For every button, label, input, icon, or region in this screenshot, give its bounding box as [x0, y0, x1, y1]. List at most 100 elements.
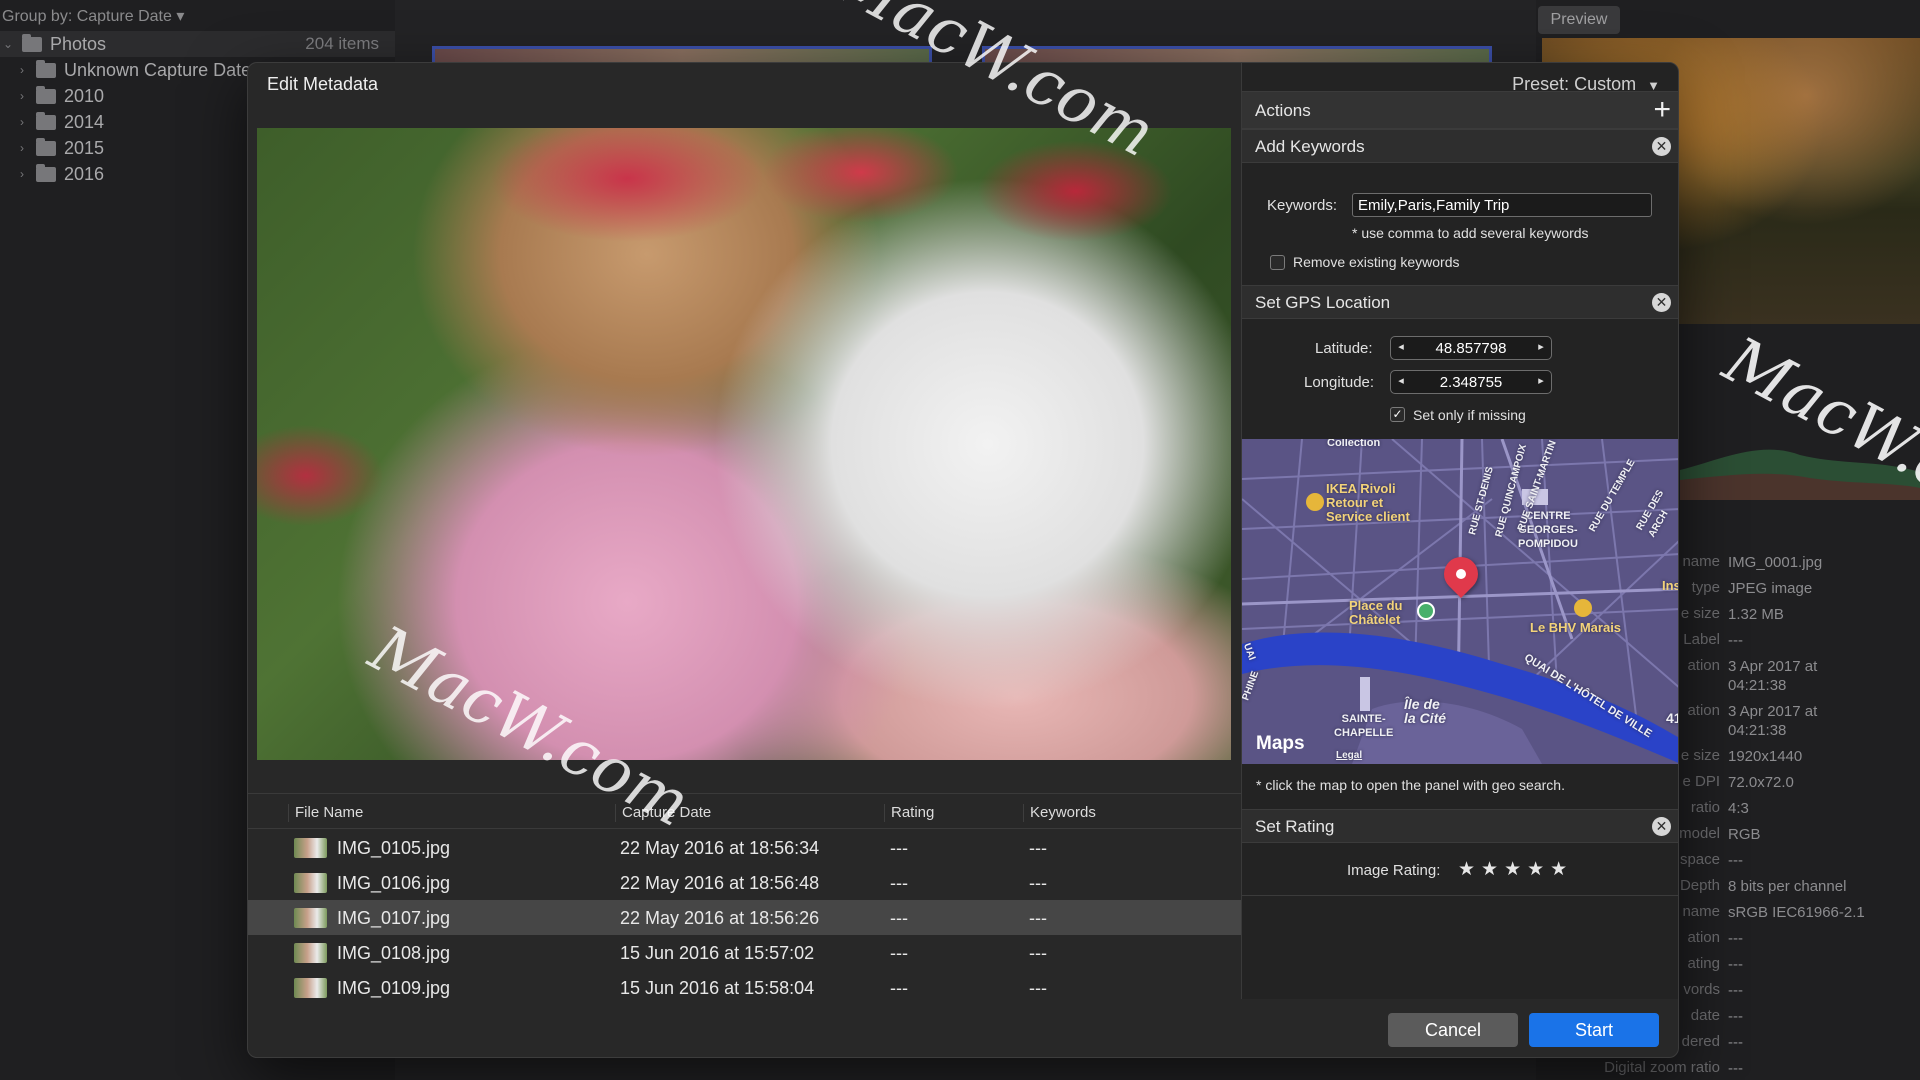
shopping-bag-icon: [1306, 493, 1324, 511]
keywords-hint: * use comma to add several keywords: [1352, 225, 1589, 241]
chevron-right-icon[interactable]: ›: [14, 89, 30, 103]
longitude-value[interactable]: 2.348755: [1411, 374, 1531, 391]
info-value: 4:3: [1728, 800, 1749, 817]
cancel-button[interactable]: Cancel: [1388, 1013, 1518, 1047]
capture-date-cell: 15 Jun 2016 at 15:57:02: [620, 943, 815, 963]
maps-text: Maps: [1256, 733, 1305, 754]
section-title: Set GPS Location: [1255, 293, 1391, 312]
remove-action-button[interactable]: ✕: [1652, 293, 1671, 312]
capture-date-cell: 15 Jun 2016 at 15:58:04: [620, 978, 815, 998]
longitude-stepper[interactable]: ◂ 2.348755 ▸: [1390, 370, 1552, 394]
latitude-value[interactable]: 48.857798: [1411, 340, 1531, 357]
add-action-button[interactable]: +: [1653, 95, 1671, 125]
info-key: e size: [1680, 747, 1720, 764]
column-header-keywords[interactable]: Keywords: [1023, 804, 1096, 822]
column-header-rating[interactable]: Rating: [884, 804, 934, 822]
info-value: 72.0x72.0: [1728, 774, 1794, 791]
thumbnail-image: [294, 978, 327, 998]
increment-icon[interactable]: ▸: [1533, 374, 1549, 387]
tree-item-photos[interactable]: ⌄ Photos 204 items: [0, 31, 395, 57]
info-key: model: [1679, 825, 1720, 842]
info-value: JPEG image: [1728, 580, 1813, 597]
capture-date-cell: 22 May 2016 at 18:56:26: [620, 908, 820, 928]
latitude-stepper[interactable]: ◂ 48.857798 ▸: [1390, 336, 1552, 360]
keywords-cell: ---: [1029, 978, 1047, 998]
info-value: ---: [1728, 852, 1743, 869]
table-row[interactable]: IMG_0106.jpg 22 May 2016 at 18:56:48 --- --…: [248, 865, 1248, 900]
remove-action-button[interactable]: ✕: [1652, 817, 1671, 836]
tree-item-label: 2016: [64, 163, 105, 184]
set-rating-header: Set Rating ✕: [1242, 809, 1678, 843]
remove-action-button[interactable]: ✕: [1652, 137, 1671, 156]
info-value: ---: [1728, 1008, 1743, 1025]
info-key: name: [1682, 553, 1720, 570]
file-name-cell: IMG_0109.jpg: [337, 978, 451, 998]
thumbnail-image: [294, 838, 327, 858]
map-label: SAINTE- CHAPELLE: [1334, 713, 1394, 739]
legal-link[interactable]: Legal: [1336, 749, 1362, 763]
column-header-capture-date[interactable]: Capture Date: [615, 804, 711, 822]
info-value: ---: [1728, 930, 1743, 947]
info-value: IMG_0001.jpg: [1728, 554, 1823, 571]
edit-metadata-dialog: Edit Metadata File Name Capture Date Rat…: [247, 62, 1679, 1058]
info-key: ating: [1687, 955, 1720, 972]
column-header-file-name[interactable]: File Name: [288, 804, 363, 822]
decrement-icon[interactable]: ◂: [1393, 374, 1409, 387]
map-label: Île de la Cité: [1404, 696, 1447, 726]
file-name-cell: IMG_0107.jpg: [337, 908, 451, 928]
chevron-right-icon[interactable]: ›: [14, 63, 30, 77]
actions-panel: Preset: Custom ▼ Actions + Add Keywords …: [1241, 63, 1679, 999]
capture-date-cell: 22 May 2016 at 18:56:48: [620, 873, 820, 893]
info-key: date: [1690, 1007, 1720, 1024]
thumbnail-image: [294, 908, 327, 928]
keywords-cell: ---: [1029, 838, 1047, 858]
folder-icon: [36, 59, 56, 78]
keywords-cell: ---: [1029, 943, 1047, 963]
only-if-missing-label: Set only if missing: [1413, 407, 1526, 423]
rating-stars[interactable]: ★★★★★: [1458, 858, 1573, 881]
rating-cell: ---: [890, 838, 908, 858]
pin-center: [1456, 569, 1466, 579]
chevron-right-icon[interactable]: ›: [14, 141, 30, 155]
only-if-missing-checkbox[interactable]: ✓: [1390, 407, 1405, 422]
info-row: Digital zoom ratio ---: [1560, 1059, 1920, 1080]
chevron-right-icon[interactable]: ›: [14, 115, 30, 129]
map-label: Place du Châtelet: [1349, 598, 1403, 627]
add-keywords-header: Add Keywords ✕: [1242, 129, 1678, 163]
start-button[interactable]: Start: [1529, 1013, 1659, 1047]
folder-icon: [22, 33, 42, 52]
table-row[interactable]: IMG_0108.jpg 15 Jun 2016 at 15:57:02 --- --…: [248, 935, 1248, 970]
chevron-right-icon[interactable]: ›: [14, 167, 30, 181]
latitude-label: Latitude:: [1315, 340, 1373, 357]
info-key: type: [1691, 579, 1720, 596]
divider: [1242, 895, 1678, 896]
decrement-icon[interactable]: ◂: [1393, 340, 1409, 353]
histogram: [1680, 449, 1920, 500]
table-row[interactable]: IMG_0107.jpg 22 May 2016 at 18:56:26 --- --…: [248, 900, 1248, 935]
actions-label: Actions: [1255, 101, 1311, 120]
map-label: IKEA Rivoli Retour et Service client: [1326, 481, 1410, 524]
map-label: 41: [1666, 710, 1678, 726]
info-key: vords: [1683, 981, 1720, 998]
map-hint: * click the map to open the panel with g…: [1256, 777, 1565, 793]
rating-cell: ---: [890, 908, 908, 928]
increment-icon[interactable]: ▸: [1533, 340, 1549, 353]
image-rating-label: Image Rating:: [1347, 862, 1441, 879]
keywords-input[interactable]: [1352, 193, 1652, 217]
keywords-cell: ---: [1029, 873, 1047, 893]
remove-existing-checkbox[interactable]: [1270, 255, 1285, 270]
info-key: Depth: [1679, 877, 1720, 894]
set-gps-header: Set GPS Location ✕: [1242, 285, 1678, 319]
file-name-cell: IMG_0105.jpg: [337, 838, 451, 858]
info-value: 1920x1440: [1728, 748, 1803, 765]
group-by-menu[interactable]: Group by: Capture Date ▾: [2, 6, 184, 26]
info-key: space: [1679, 851, 1720, 868]
table-row[interactable]: IMG_0105.jpg 22 May 2016 at 18:56:34 --- --…: [248, 830, 1248, 865]
info-value: ---: [1728, 632, 1743, 649]
apple-maps-logo: Maps: [1256, 733, 1305, 755]
chevron-down-icon[interactable]: ⌄: [0, 37, 16, 51]
actions-header: Actions +: [1242, 91, 1678, 129]
preview-tab[interactable]: Preview: [1538, 6, 1620, 34]
map-label: Ins: [1662, 578, 1679, 593]
map-view[interactable]: Collection IKEA Rivoli Retour et Service…: [1242, 439, 1679, 764]
